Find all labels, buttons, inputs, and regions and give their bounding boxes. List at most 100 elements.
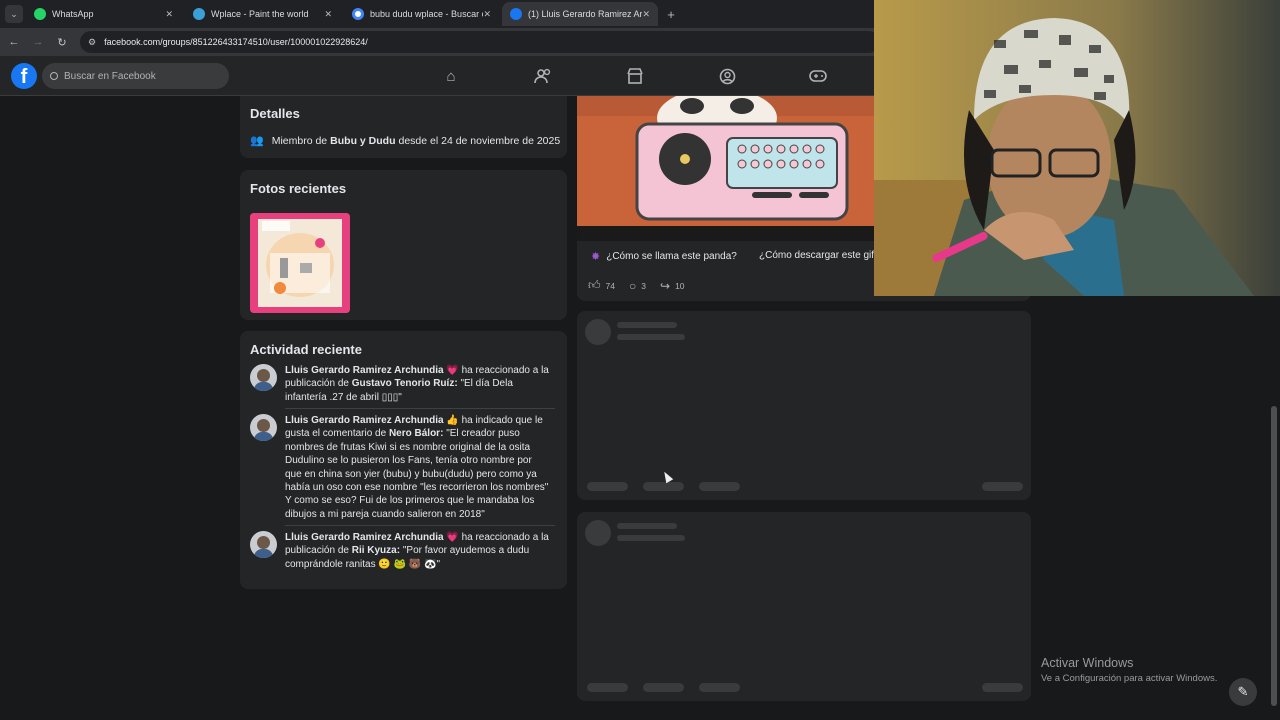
comment-icon[interactable]: ○ (629, 279, 636, 293)
close-icon[interactable]: ✕ (324, 9, 332, 20)
loading-post-placeholder (577, 512, 1031, 701)
groups-icon[interactable] (717, 66, 737, 86)
marketplace-icon[interactable] (625, 66, 645, 86)
facebook-logo[interactable]: f (11, 63, 37, 89)
skeleton-avatar (585, 520, 611, 546)
skeleton-line (617, 523, 677, 529)
member-prefix: Miembro de (271, 134, 328, 147)
recent-photos-title: Fotos recientes (250, 181, 347, 196)
activity-item[interactable]: Lluis Gerardo Ramirez Archundia 💗 ha rea… (250, 364, 550, 404)
reaction-emoji: 💗 (446, 532, 459, 543)
avatar[interactable] (250, 364, 277, 391)
details-title: Detalles (250, 106, 300, 121)
recent-activity-title: Actividad reciente (250, 342, 362, 357)
search-icon (50, 72, 58, 80)
wplace-icon (193, 8, 205, 20)
skeleton-button (643, 683, 684, 692)
divider (285, 408, 555, 409)
search-placeholder: Buscar en Facebook (64, 70, 156, 82)
skeleton-line (617, 535, 685, 541)
tab-facebook[interactable]: (1) Lluis Gerardo Ramirez Archu ✕ (502, 2, 658, 26)
scrollbar-thumb[interactable] (1271, 406, 1277, 706)
friends-icon[interactable] (533, 66, 553, 86)
activity-text: Lluis Gerardo Ramirez Archundia 💗 ha rea… (285, 364, 550, 404)
avatar[interactable] (250, 414, 277, 441)
activation-title: Activar Windows (1041, 656, 1134, 670)
suggestion-label: ¿Cómo se llama este panda? (606, 251, 737, 262)
close-icon[interactable]: ✕ (165, 9, 173, 20)
membership-row: 👥 Miembro de Bubu y Dudu desde el 24 de … (250, 134, 561, 148)
avatar[interactable] (250, 531, 277, 558)
skeleton-line (617, 334, 685, 340)
tab-wplace[interactable]: Wplace - Paint the world ✕ (185, 2, 340, 26)
suggestion-chip[interactable]: ✸ ¿Cómo se llama este panda? (591, 250, 737, 263)
reload-icon[interactable]: ↻ (54, 34, 70, 50)
whatsapp-icon (34, 8, 46, 20)
close-icon[interactable]: ✕ (642, 9, 650, 20)
gaming-icon[interactable] (808, 66, 828, 86)
like-count: 74 (605, 280, 616, 291)
tab-search-button[interactable]: ⌄ (5, 5, 23, 23)
skeleton-line (617, 322, 677, 328)
home-icon[interactable]: ⌂ (441, 66, 461, 86)
quote-text: "El creador puso nombres de frutas Kiwi … (285, 428, 549, 520)
back-arrow-icon[interactable]: ← (6, 34, 22, 50)
tab-google-search[interactable]: bubu dudu wplace - Buscar con ✕ (344, 2, 499, 26)
like-icon[interactable]: 👍︎ (588, 278, 601, 293)
url-field[interactable]: ⚙ facebook.com/groups/851226433174510/us… (80, 31, 880, 53)
close-icon[interactable]: ✕ (483, 9, 491, 20)
windows-activation-watermark: Activar Windows Ve a Configuración para … (1041, 656, 1217, 684)
comment-count: 3 (641, 280, 646, 291)
webcam-overlay (874, 0, 1280, 296)
skeleton-button (587, 482, 628, 491)
tab-whatsapp[interactable]: WhatsApp ✕ (26, 2, 181, 26)
actor-name[interactable]: Lluis Gerardo Ramirez Archundia (285, 365, 444, 376)
ai-sparkle-icon: ✸ (591, 251, 601, 263)
site-info-icon[interactable]: ⚙ (88, 37, 96, 48)
activity-item[interactable]: Lluis Gerardo Ramirez Archundia 💗 ha rea… (250, 531, 550, 571)
suggestion-chip[interactable]: ¿Cómo descargar este gif? (759, 250, 880, 261)
activity-item[interactable]: Lluis Gerardo Ramirez Archundia 👍 ha ind… (250, 414, 550, 521)
url-text: facebook.com/groups/851226433174510/user… (104, 37, 368, 47)
details-card: Detalles 👥 Miembro de Bubu y Dudu desde … (240, 96, 567, 158)
new-tab-button[interactable]: + (664, 5, 678, 23)
skeleton-button (699, 482, 740, 491)
reaction-emoji: 💗 (446, 365, 459, 376)
actor-name[interactable]: Lluis Gerardo Ramirez Archundia (285, 532, 444, 543)
compose-icon: ✎ (1237, 684, 1249, 699)
loading-post-placeholder (577, 311, 1031, 500)
tab-title: bubu dudu wplace - Buscar con (370, 9, 483, 19)
tab-title: WhatsApp (52, 9, 94, 19)
recent-activity-card: Actividad reciente Lluis Gerardo Ramirez… (240, 331, 567, 589)
page-scrollbar[interactable] (1268, 296, 1280, 720)
new-message-button[interactable]: ✎ (1229, 678, 1257, 706)
recent-photos-card: Fotos recientes (240, 170, 567, 320)
activity-text: Lluis Gerardo Ramirez Archundia 💗 ha rea… (285, 531, 550, 571)
reaction-emoji: 👍 (446, 415, 459, 426)
skeleton-button (982, 482, 1023, 491)
reaction-bar: 👍︎ 74 ○ 3 ↪ 10 (588, 278, 699, 293)
activity-text: Lluis Gerardo Ramirez Archundia 👍 ha ind… (285, 414, 550, 521)
people-icon: 👥 (250, 135, 264, 147)
share-count: 10 (675, 280, 685, 291)
member-suffix: desde el 24 de noviembre de 2025 (398, 134, 561, 147)
tab-title: (1) Lluis Gerardo Ramirez Archu (528, 9, 643, 19)
actor-name[interactable]: Lluis Gerardo Ramirez Archundia (285, 415, 444, 426)
facebook-icon (510, 8, 522, 20)
recent-photo-thumbnail[interactable] (250, 213, 350, 313)
activation-subtitle: Ve a Configuración para activar Windows. (1041, 673, 1218, 684)
skeleton-button (982, 683, 1023, 692)
group-name-link[interactable]: Bubu y Dudu (330, 135, 395, 147)
target-name[interactable]: Gustavo Tenorio Ruíz: (352, 378, 458, 389)
forward-arrow-icon[interactable]: → (30, 34, 46, 50)
google-icon (352, 8, 364, 20)
facebook-search-input[interactable]: Buscar en Facebook (42, 63, 229, 89)
target-name[interactable]: Rii Kyuza: (352, 545, 400, 556)
skeleton-button (699, 683, 740, 692)
suggestion-label: ¿Cómo descargar este gif? (759, 250, 880, 261)
divider (285, 525, 555, 526)
target-name[interactable]: Nero Bálor: (389, 428, 443, 439)
skeleton-button (643, 482, 684, 491)
share-icon[interactable]: ↪ (660, 279, 670, 293)
skeleton-avatar (585, 319, 611, 345)
